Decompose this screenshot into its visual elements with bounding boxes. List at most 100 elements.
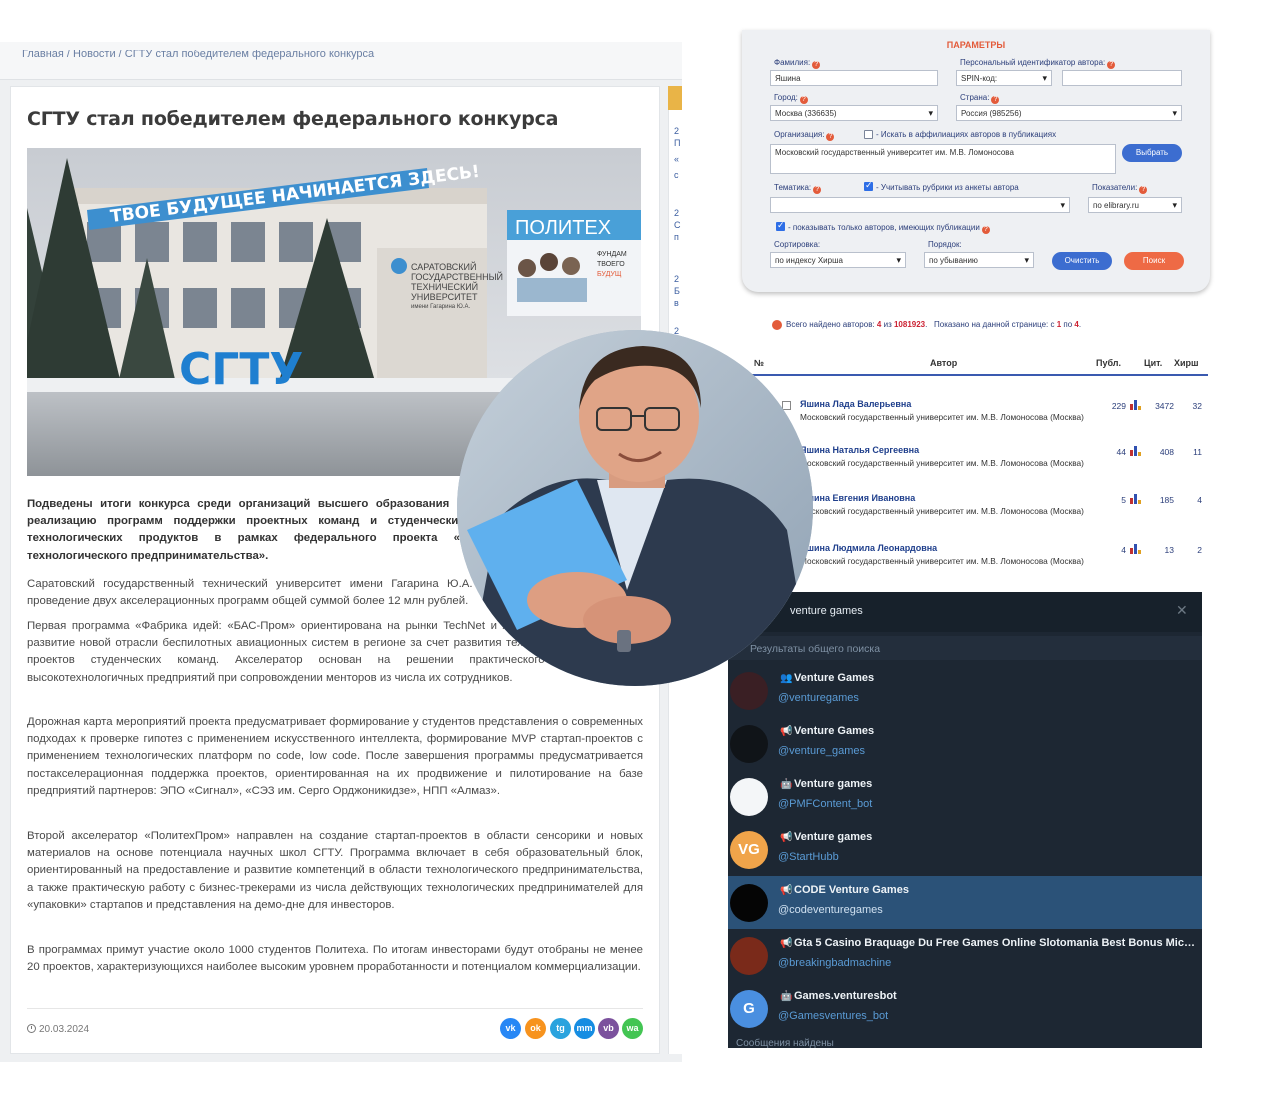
analysis-chart-icon[interactable] — [1130, 400, 1141, 410]
svg-text:ФУНДАМ: ФУНДАМ — [597, 251, 627, 258]
search-button[interactable]: Поиск — [1124, 252, 1184, 270]
publications-count[interactable]: 44 — [1098, 447, 1126, 457]
sidebar-snippet-text[interactable]: 2 — [674, 208, 679, 218]
search-result-item[interactable]: VG 📢 Venture games @StartHubb — [728, 823, 1202, 876]
publications-count[interactable]: 4 — [1098, 545, 1126, 555]
publications-count[interactable]: 5 — [1098, 495, 1126, 505]
rubric-label: - Учитывать рубрики из анкеты автора — [876, 183, 1019, 192]
clock-icon — [27, 1024, 36, 1033]
sidebar-snippet-text[interactable]: с — [674, 170, 679, 180]
sidebar-snippet-text[interactable]: П — [674, 138, 680, 148]
result-username: @venture_games — [778, 745, 865, 757]
hirsch-index: 11 — [1193, 447, 1202, 457]
col-citations[interactable]: Цит. — [1144, 358, 1162, 368]
help-icon[interactable]: ? — [1107, 61, 1116, 69]
citations-count[interactable]: 185 — [1144, 495, 1174, 505]
search-input[interactable]: venture games — [790, 605, 863, 617]
citations-count[interactable]: 408 — [1144, 447, 1174, 457]
author-id-label: Персональный идентификатор автора:? — [960, 58, 1116, 69]
share-mm-button[interactable]: mm — [574, 1018, 595, 1039]
channel-icon: 📢 — [780, 726, 793, 737]
svg-text:ТВОЕГО: ТВОЕГО — [597, 261, 625, 268]
analysis-chart-icon[interactable] — [1130, 544, 1141, 554]
news-sidebar-tab[interactable] — [668, 86, 682, 110]
affiliation-checkbox[interactable] — [864, 130, 873, 139]
bot-icon: 🤖 — [780, 991, 793, 1002]
help-icon[interactable]: ? — [1139, 186, 1148, 194]
author-name-link[interactable]: Яшина Лада Валерьевна — [800, 399, 911, 409]
col-publications[interactable]: Публ. — [1096, 358, 1121, 368]
result-title: CODE Venture Games — [794, 884, 909, 896]
rubric-checkbox[interactable] — [864, 180, 873, 191]
col-hirsch[interactable]: Хирш — [1174, 358, 1199, 368]
search-result-item[interactable]: 📢 CODE Venture Games @codeventuregames — [728, 876, 1202, 929]
choose-organization-button[interactable]: Выбрать — [1122, 144, 1182, 162]
help-icon[interactable]: ? — [812, 61, 821, 69]
id-type-select[interactable]: SPIN-код: — [956, 70, 1052, 86]
share-wa-button[interactable]: wa — [622, 1018, 643, 1039]
publications-count[interactable]: 229 — [1098, 401, 1126, 411]
only-with-publications-checkbox[interactable] — [776, 220, 785, 231]
col-author[interactable]: Автор — [930, 358, 957, 368]
search-parameters-form: ПАРАМЕТРЫ Фамилия:? Яшина Персональный и… — [742, 30, 1210, 292]
sidebar-snippet-text[interactable]: Б — [674, 286, 680, 296]
sort-select[interactable]: по индексу Хирша — [770, 252, 906, 268]
article-paragraph: Второй акселератор «ПолитехПром» направл… — [27, 830, 643, 911]
sidebar-snippet-text[interactable]: в — [674, 298, 679, 308]
topic-select[interactable] — [770, 197, 1070, 213]
help-icon[interactable]: ? — [799, 96, 808, 104]
svg-text:ГОСУДАРСТВЕННЫЙ: ГОСУДАРСТВЕННЫЙ — [411, 271, 503, 282]
analysis-chart-icon[interactable] — [1130, 494, 1141, 504]
help-icon[interactable]: ? — [981, 226, 990, 234]
indicators-select[interactable]: по elibrary.ru — [1088, 197, 1182, 213]
sidebar-snippet-text[interactable]: п — [674, 232, 679, 242]
search-result-item[interactable]: 🤖 Venture games @PMFContent_bot — [728, 770, 1202, 823]
sidebar-snippet-text[interactable]: « — [674, 154, 679, 164]
author-organization: Московский государственный университет и… — [800, 506, 1084, 516]
surname-input[interactable]: Яшина — [770, 70, 938, 86]
search-result-item[interactable]: G 🤖 Games.venturesbot @Gamesventures_bot — [728, 982, 1202, 1035]
svg-text:САРАТОВСКИЙ: САРАТОВСКИЙ — [411, 261, 476, 272]
organization-textarea[interactable]: Московский государственный университет и… — [770, 144, 1116, 174]
search-result-item[interactable]: 📢 Venture Games @venture_games — [728, 717, 1202, 770]
citations-count[interactable]: 13 — [1144, 545, 1174, 555]
help-icon[interactable]: ? — [813, 186, 822, 194]
author-name-link[interactable]: Яшина Евгения Ивановна — [800, 493, 915, 503]
city-select[interactable]: Москва (336635) — [770, 105, 938, 121]
result-username: @PMFContent_bot — [778, 798, 873, 810]
sidebar-snippet-text[interactable]: 2 — [674, 126, 679, 136]
divider — [27, 1008, 643, 1009]
sidebar-snippet-text[interactable]: С — [674, 220, 681, 230]
author-organization: Московский государственный университет и… — [800, 458, 1084, 468]
avatar — [730, 778, 768, 816]
clear-button[interactable]: Очистить — [1052, 252, 1112, 270]
sidebar-snippet-text[interactable]: 2 — [674, 274, 679, 284]
country-select[interactable]: Россия (985256) — [956, 105, 1182, 121]
author-organization: Московский государственный университет и… — [800, 556, 1084, 566]
share-tg-button[interactable]: tg — [550, 1018, 571, 1039]
analysis-chart-icon[interactable] — [1130, 446, 1141, 456]
share-vb-button[interactable]: vb — [598, 1018, 619, 1039]
share-vk-button[interactable]: vk — [500, 1018, 521, 1039]
messages-section-label: Сообщения найдены — [736, 1038, 834, 1048]
author-name-link[interactable]: Яшина Людмила Леонардовна — [800, 543, 937, 553]
help-icon[interactable]: ? — [991, 96, 1000, 104]
search-result-item[interactable]: 👥 Venture Games @venturegames — [728, 664, 1202, 717]
svg-text:БУДУЩ: БУДУЩ — [597, 271, 622, 278]
author-name-link[interactable]: Яшина Наталья Сергеевна — [800, 445, 919, 455]
breadcrumb[interactable]: Главная / Новости / СГТУ стал победителе… — [22, 50, 622, 62]
search-result-item[interactable]: 📢 Gta 5 Casino Braquage Du Free Games Onl… — [728, 929, 1202, 982]
publish-date: 20.03.2024 — [27, 1024, 89, 1035]
order-label: Порядок: — [928, 240, 962, 249]
search-bar[interactable]: venture games ✕ — [728, 592, 1202, 632]
order-select[interactable]: по убыванию — [924, 252, 1034, 268]
citations-count[interactable]: 3472 — [1144, 401, 1174, 411]
svg-text:имени Гагарина Ю.А.: имени Гагарина Ю.А. — [411, 304, 471, 310]
share-ok-button[interactable]: ok — [525, 1018, 546, 1039]
col-num: № — [754, 358, 765, 368]
close-icon[interactable]: ✕ — [1176, 602, 1188, 619]
result-username: @Gamesventures_bot — [778, 1010, 889, 1022]
author-id-input[interactable] — [1062, 70, 1182, 86]
help-icon[interactable]: ? — [826, 133, 835, 141]
telegram-search-panel: venture games ✕ Результаты общего поиска… — [728, 592, 1202, 1048]
